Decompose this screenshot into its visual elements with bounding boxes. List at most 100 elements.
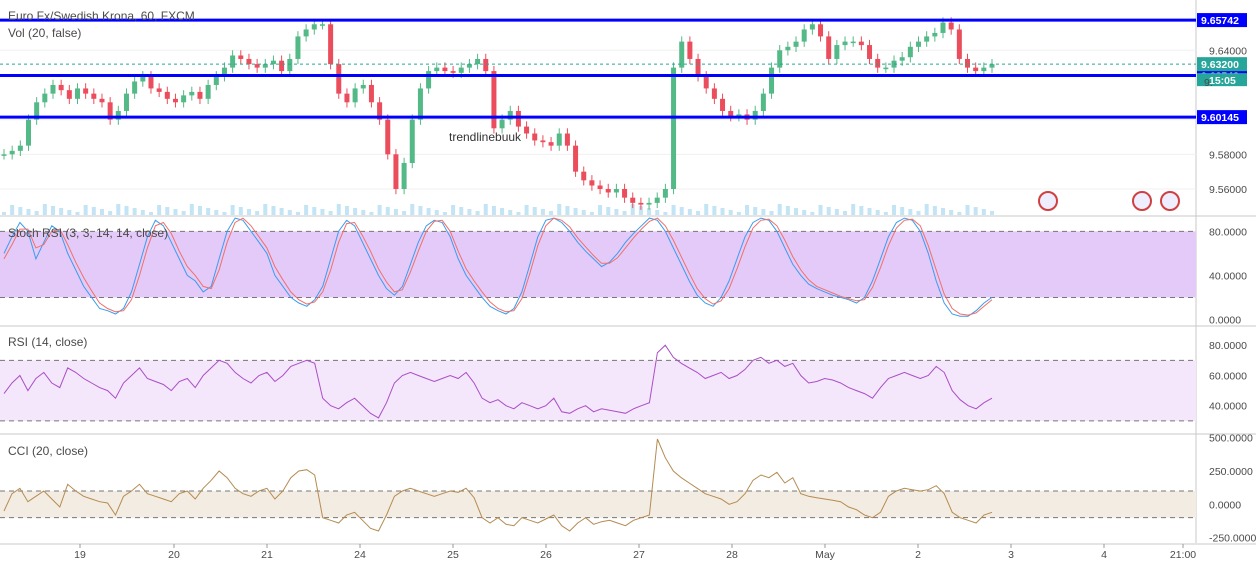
volume-bar: [720, 208, 725, 215]
volume-bar: [230, 205, 235, 215]
candle-body: [25, 119, 31, 146]
candle-body: [352, 88, 358, 103]
volume-bar: [263, 204, 268, 215]
candle-body: [965, 58, 971, 68]
candle-body: [213, 76, 219, 85]
candle-body: [450, 71, 456, 73]
candle-body: [319, 24, 325, 26]
candle-body: [311, 24, 317, 30]
indicator-band: [0, 491, 1196, 518]
candle-body: [638, 202, 644, 205]
volume-bar: [606, 207, 611, 215]
candle-body: [205, 84, 211, 99]
x-axis-tick-label: 27: [633, 549, 645, 561]
trendline-annotation[interactable]: trendlinebuuk: [449, 130, 521, 144]
candle-body: [630, 197, 636, 203]
volume-bar: [532, 207, 537, 215]
x-axis-tick-label: 28: [726, 549, 738, 561]
candle-body: [654, 197, 660, 203]
x-axis-tick-label: 19: [74, 549, 86, 561]
volume-bar: [753, 207, 758, 215]
candle-body: [532, 133, 538, 141]
volume-bar: [794, 208, 799, 215]
candle-body: [956, 29, 962, 59]
candle-body: [295, 36, 301, 59]
volume-bar: [116, 204, 121, 215]
volume-bar: [385, 207, 390, 215]
candle-body: [834, 45, 840, 59]
volume-bar: [361, 210, 366, 215]
indicator-tick-label: -250.0000: [1209, 533, 1256, 545]
economic-event-icon: [1160, 191, 1180, 211]
stoch-rsi-label: Stoch RSI (3, 3, 14, 14, close): [8, 226, 169, 240]
volume-bar: [442, 212, 447, 215]
volume-bar: [2, 212, 6, 215]
candle-body: [164, 91, 170, 99]
volume-bar: [451, 205, 456, 215]
candle-body: [826, 36, 832, 59]
candle-body: [850, 41, 856, 44]
candle-body: [156, 88, 162, 92]
volume-bar: [434, 210, 439, 215]
volume-bar: [132, 208, 137, 215]
volume-bar: [181, 211, 186, 215]
candle-body: [385, 119, 391, 155]
volume-bar: [655, 210, 660, 215]
volume-bar: [777, 204, 782, 215]
volume-bar: [924, 204, 929, 215]
candle-body: [564, 133, 570, 146]
candle-body: [646, 202, 652, 205]
candle-body: [760, 93, 766, 111]
volume-bar: [10, 205, 15, 215]
candle-body: [42, 93, 48, 103]
candle-body: [287, 58, 293, 72]
candle-body: [785, 46, 791, 51]
volume-bar: [802, 210, 807, 215]
candle-body: [883, 67, 889, 70]
candle-body: [720, 98, 726, 111]
indicator-tick-label: 250.0000: [1209, 466, 1253, 478]
price-tick-label: 9.56000: [1209, 184, 1247, 196]
indicator-band: [0, 360, 1196, 421]
candle-body: [515, 110, 521, 127]
candle-body: [687, 41, 693, 59]
volume-bar: [344, 206, 349, 215]
price-level-label: 9.60145: [1201, 112, 1239, 124]
indicator-band: [0, 231, 1196, 298]
volume-bar: [696, 211, 701, 215]
candle-body: [123, 93, 129, 111]
volume-bar: [704, 204, 709, 215]
volume-label: Vol (20, false): [8, 26, 82, 40]
candle-body: [254, 64, 260, 68]
candle-body: [148, 76, 154, 89]
x-axis-tick-label: May: [815, 549, 836, 561]
volume-bar: [851, 204, 856, 215]
candle-body: [556, 133, 562, 146]
candle-body: [589, 180, 595, 186]
volume-bar: [197, 206, 202, 215]
candle-body: [58, 84, 64, 91]
candle-body: [695, 58, 701, 77]
volume-bar: [736, 212, 741, 215]
candle-body: [989, 64, 995, 68]
candle-body: [466, 64, 472, 68]
candle-body: [66, 90, 72, 99]
volume-bar: [377, 205, 382, 215]
candle-body: [924, 36, 930, 42]
candle-body: [91, 93, 97, 99]
candle-body: [401, 162, 407, 189]
volume-bar: [614, 209, 619, 215]
indicator-tick-label: 0.0000: [1209, 314, 1241, 326]
candle-body: [197, 91, 203, 99]
volume-bar: [892, 205, 897, 215]
volume-bar: [410, 204, 415, 215]
chart-canvas[interactable]: 9.560009.580009.600009.640009.657429.625…: [0, 0, 1256, 563]
volume-bar: [875, 210, 880, 215]
volume-bar: [573, 208, 578, 215]
candle-body: [711, 88, 717, 99]
candle-body: [581, 171, 587, 181]
candle-body: [172, 98, 178, 103]
x-axis-tick-label: 20: [168, 549, 180, 561]
candle-body: [809, 24, 815, 30]
candle-body: [597, 185, 603, 189]
